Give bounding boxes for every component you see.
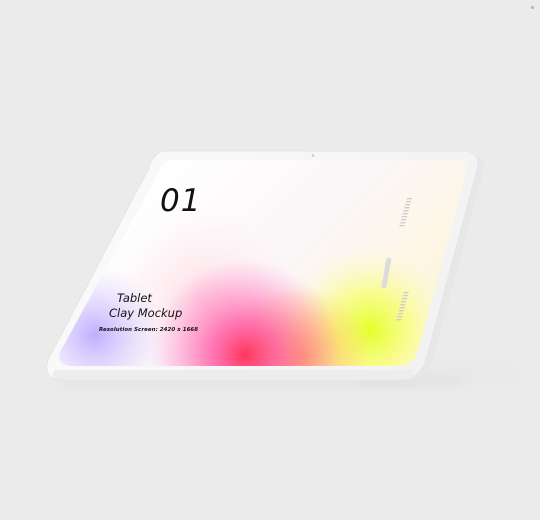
camera-icon [311,154,315,157]
tablet-illustration [46,150,540,389]
mockup-canvas: 01 Tablet Clay Mockup Resolution Screen:… [0,0,540,520]
